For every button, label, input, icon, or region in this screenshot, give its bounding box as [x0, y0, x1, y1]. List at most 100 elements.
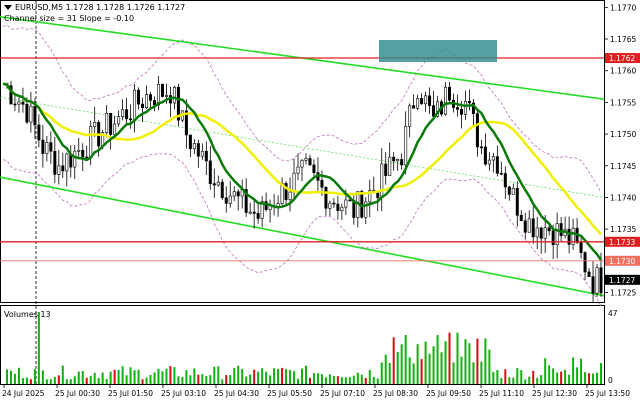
candle-body — [523, 220, 527, 233]
candle-body — [65, 153, 69, 172]
highlight-box — [379, 40, 497, 62]
candle-body — [388, 156, 392, 176]
volume-label: Volumes 13 — [4, 310, 51, 319]
candle-body — [145, 94, 149, 108]
candle-body — [543, 227, 547, 239]
candle-body — [300, 160, 304, 168]
candle-body — [85, 156, 89, 159]
candle-body — [41, 139, 45, 154]
candle-body — [196, 143, 200, 157]
candle-body — [220, 181, 224, 199]
candle-body — [81, 150, 85, 158]
candle-body — [444, 86, 448, 115]
candle-body — [29, 105, 33, 123]
price-chart: 1.1762 1.1733 1.1730 1.1727 1.1770 1.1765 1.17… — [0, 0, 640, 398]
candle-body — [228, 195, 232, 204]
candle-body — [324, 186, 328, 209]
candle-body — [591, 276, 595, 294]
time-tick-label: 25 Jul 00:30 — [55, 389, 100, 398]
level-label-2: 1.1730 — [609, 257, 635, 266]
level-label-1: 1.1733 — [609, 238, 635, 247]
symbol-info: EURUSD,M5 1.1728 1.1728 1.1726 1.1727 — [4, 3, 185, 13]
candle-body — [200, 150, 204, 157]
candle-body — [487, 159, 491, 165]
candle-body — [312, 164, 316, 174]
price-tick-label: 1.1760 — [610, 67, 636, 76]
candle-body — [77, 150, 81, 152]
price-tick-label: 1.1745 — [610, 162, 636, 171]
candle-body — [384, 163, 388, 176]
candle-body — [137, 89, 141, 105]
time-tick-label: 25 Jul 01:50 — [108, 389, 153, 398]
time-tick-label: 25 Jul 07:10 — [320, 389, 365, 398]
candle-body — [33, 105, 37, 126]
time-axis: 24 Jul 2025 25 Jul 00:30 25 Jul 01:50 25 Ju… — [2, 384, 630, 398]
candle-body — [491, 156, 495, 161]
candle-body — [288, 191, 292, 200]
candle-body — [149, 94, 153, 101]
candle-body — [467, 100, 471, 104]
candle-body — [53, 150, 57, 175]
time-tick-label: 25 Jul 05:50 — [267, 389, 312, 398]
time-tick-label: 25 Jul 11:10 — [479, 389, 524, 398]
candle-body — [192, 143, 196, 150]
candle-body — [21, 101, 25, 105]
candle-body — [252, 211, 256, 214]
candle-body — [551, 230, 555, 246]
candle-body — [172, 86, 176, 104]
candle-body — [37, 124, 41, 141]
candle-body — [256, 213, 260, 219]
candle-body — [495, 156, 499, 174]
candle-body — [340, 206, 344, 211]
candle-body — [587, 271, 591, 277]
symbol-line: EURUSD,M5 1.1728 1.1728 1.1726 1.1727 — [15, 3, 186, 12]
time-tick-label: 25 Jul 08:30 — [373, 389, 418, 398]
time-tick-label: 25 Jul 04:30 — [214, 389, 259, 398]
candle-body — [224, 197, 228, 204]
candle-body — [57, 165, 61, 175]
price-axis: 1.1762 1.1733 1.1730 1.1727 1.1770 1.1765 1.17… — [604, 3, 640, 297]
candle-body — [547, 227, 551, 232]
price-tick-label: 1.1740 — [610, 193, 636, 202]
candle-body — [304, 158, 308, 161]
candle-body — [49, 142, 53, 152]
candle-body — [160, 83, 164, 97]
candle-body — [380, 163, 384, 199]
price-tick-label: 1.1755 — [610, 98, 636, 107]
candle-body — [156, 83, 160, 106]
candle-body — [599, 267, 603, 294]
candle-body — [479, 146, 483, 149]
candle-body — [404, 126, 408, 166]
candle-body — [408, 105, 412, 127]
candle-body — [45, 142, 49, 154]
candle-body — [296, 166, 300, 174]
candle-body — [503, 173, 507, 188]
candle-body — [292, 172, 296, 193]
price-tick-label: 1.1750 — [610, 130, 636, 139]
candle-body — [25, 103, 29, 123]
candle-body — [448, 86, 452, 101]
candle-body — [527, 218, 531, 233]
price-tick-label: 1.1735 — [610, 225, 636, 234]
candle-body — [579, 242, 583, 253]
candle-body — [332, 202, 336, 205]
price-tick-label: 1.1725 — [610, 288, 636, 297]
candle-body — [320, 180, 324, 188]
time-tick-label: 25 Jul 13:50 — [585, 389, 630, 398]
candle-body — [515, 187, 519, 216]
candle-body — [344, 199, 348, 208]
candle-body — [89, 126, 93, 159]
candle-body — [208, 160, 212, 184]
candle-body — [432, 105, 436, 117]
candle-body — [188, 134, 192, 150]
candle-body — [152, 100, 156, 106]
candle-body — [392, 156, 396, 162]
candle-body — [416, 98, 420, 109]
candle-body — [212, 183, 216, 186]
collapse-icon[interactable] — [4, 5, 12, 10]
candle-body — [475, 113, 479, 148]
candle-body — [61, 165, 65, 172]
candle-body — [232, 191, 236, 197]
level-label-0: 1.1762 — [609, 54, 635, 63]
candle-body — [499, 172, 503, 175]
